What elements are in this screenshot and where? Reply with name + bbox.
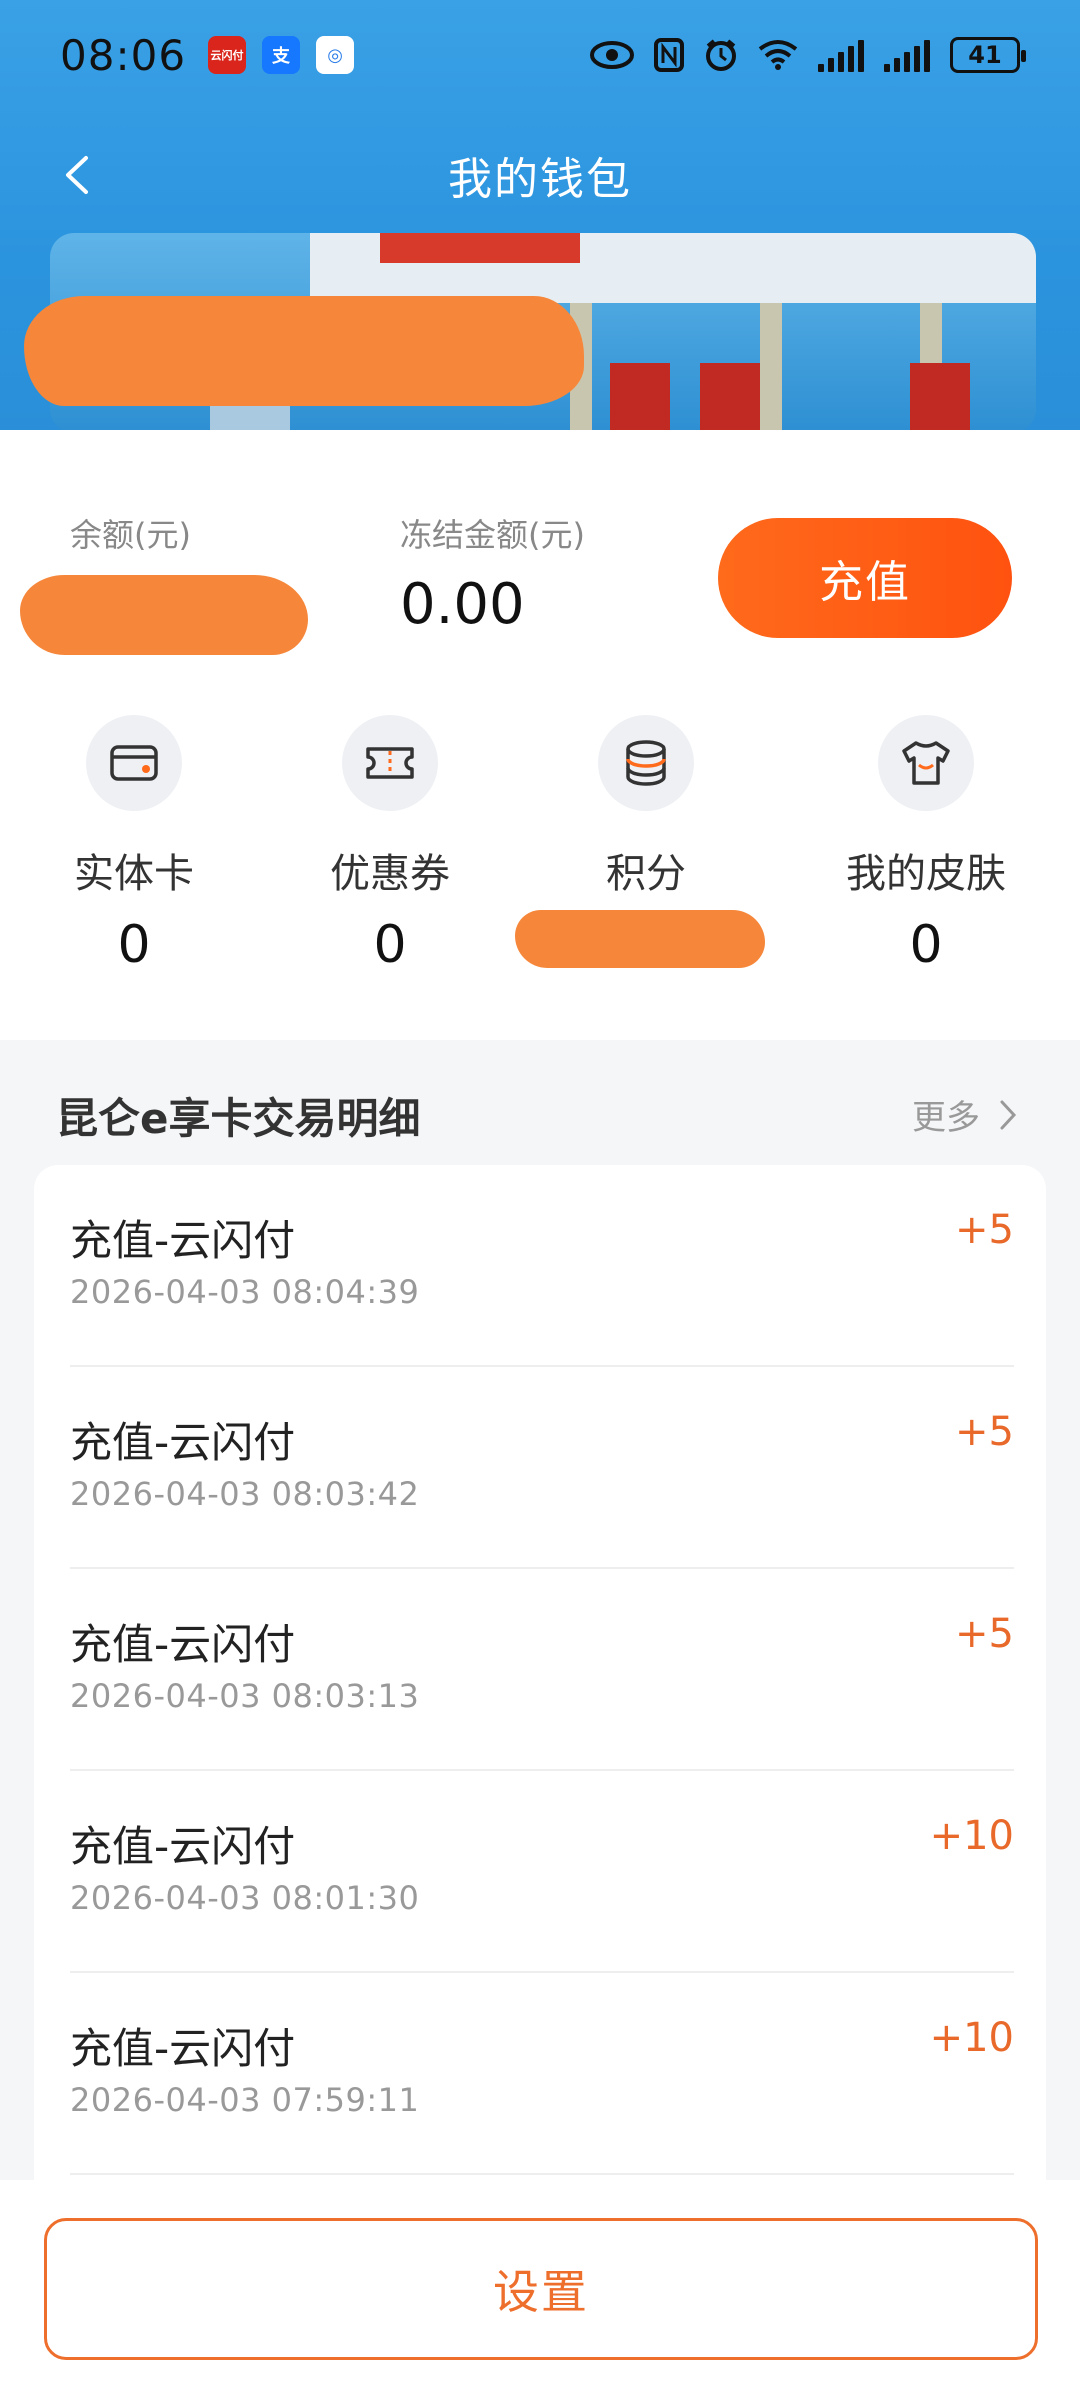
banner-decoration xyxy=(910,363,970,430)
status-indicators: 41 xyxy=(590,37,1026,73)
transaction-time: 2026-04-03 08:01:30 xyxy=(70,1879,420,1917)
transaction-time: 2026-04-03 08:03:42 xyxy=(70,1475,420,1513)
settings-button[interactable]: 设置 xyxy=(44,2218,1038,2360)
status-app-icons: 云闪付 支 ◎ xyxy=(208,36,355,74)
balance-redaction-mark xyxy=(20,575,308,655)
feature-physical-card[interactable]: 实体卡 0 xyxy=(14,715,254,975)
transaction-time: 2026-04-03 08:04:39 xyxy=(70,1273,420,1311)
transaction-amount: +10 xyxy=(929,1813,1014,1859)
feature-value: 0 xyxy=(117,915,151,975)
transaction-title: 充值-云闪付 xyxy=(70,1822,296,1871)
alarm-icon xyxy=(706,39,736,71)
section-title: 昆仑e享卡交易明细 xyxy=(56,1094,421,1143)
transaction-amount: +5 xyxy=(955,1207,1014,1253)
bottom-bar: 设置 xyxy=(0,2180,1080,2387)
transaction-row[interactable]: 充值-云闪付 2026-04-03 08:01:30 +10 xyxy=(70,1771,1014,1973)
card-icon xyxy=(86,715,182,811)
coupon-icon xyxy=(342,715,438,811)
frozen-value: 0.00 xyxy=(400,572,525,637)
transaction-title: 充值-云闪付 xyxy=(70,1620,296,1669)
transaction-amount: +5 xyxy=(955,1409,1014,1455)
transaction-amount: +10 xyxy=(929,2015,1014,2061)
more-label: 更多 xyxy=(912,1098,980,1138)
banner-decoration xyxy=(380,233,580,263)
nav-bar: 我的钱包 xyxy=(0,120,1080,230)
feature-label: 实体卡 xyxy=(74,851,194,897)
chevron-right-icon xyxy=(1000,1100,1017,1129)
shirt-icon xyxy=(878,715,974,811)
page-title: 我的钱包 xyxy=(448,154,632,205)
nfc-icon xyxy=(654,38,684,72)
eye-icon xyxy=(590,41,634,69)
wifi-icon xyxy=(758,40,798,70)
transaction-title: 充值-云闪付 xyxy=(70,2024,296,2073)
more-button[interactable]: 更多 xyxy=(912,1090,1018,1139)
transaction-row[interactable]: 充值-云闪付 2026-04-03 07:59:11 +10 xyxy=(70,1973,1014,2175)
battery-icon: 41 xyxy=(950,37,1026,73)
banner-decoration xyxy=(760,303,782,430)
feature-coupons[interactable]: 优惠券 0 xyxy=(270,715,510,975)
transaction-time: 2026-04-03 08:03:13 xyxy=(70,1677,420,1715)
feature-label: 积分 xyxy=(606,851,686,897)
feature-label: 我的皮肤 xyxy=(846,851,1006,897)
coins-icon xyxy=(598,715,694,811)
feature-value: 0 xyxy=(909,915,943,975)
points-redaction-mark xyxy=(515,910,765,968)
transaction-row[interactable]: 充值-云闪付 2026-04-03 08:03:13 +5 xyxy=(70,1569,1014,1771)
balance-label: 余额(元) xyxy=(70,516,191,554)
feature-label: 优惠券 xyxy=(330,851,450,897)
transaction-row[interactable]: 充值-云闪付 2026-04-03 08:04:39 +5 xyxy=(70,1165,1014,1367)
transaction-amount: +5 xyxy=(955,1611,1014,1657)
status-bar: 08:06 云闪付 支 ◎ 41 xyxy=(0,0,1080,110)
other-app-icon: ◎ xyxy=(316,36,355,74)
feature-points[interactable]: 积分 xyxy=(526,715,766,915)
signal-2-icon xyxy=(884,38,930,72)
transaction-row[interactable]: 充值-云闪付 2026-04-03 08:03:42 +5 xyxy=(70,1367,1014,1569)
transaction-title: 充值-云闪付 xyxy=(70,1418,296,1467)
redaction-mark xyxy=(24,296,584,406)
header-area: 08:06 云闪付 支 ◎ 41 我的钱包 xyxy=(0,0,1080,430)
frozen-label: 冻结金额(元) xyxy=(400,516,585,554)
transactions-header: 昆仑e享卡交易明细 更多 xyxy=(0,1070,1080,1160)
back-arrow-icon[interactable] xyxy=(56,150,106,200)
transaction-time: 2026-04-03 07:59:11 xyxy=(70,2081,420,2119)
unionpay-app-icon: 云闪付 xyxy=(208,36,247,74)
feature-value: 0 xyxy=(373,915,407,975)
banner-decoration xyxy=(700,363,760,430)
alipay-app-icon: 支 xyxy=(262,36,301,74)
recharge-button[interactable]: 充值 xyxy=(718,518,1012,638)
status-time: 08:06 xyxy=(60,30,187,80)
signal-1-icon xyxy=(818,38,864,72)
banner-decoration xyxy=(610,363,670,430)
transaction-title: 充值-云闪付 xyxy=(70,1216,296,1265)
feature-skins[interactable]: 我的皮肤 0 xyxy=(806,715,1046,975)
wallet-summary: 余额(元) 冻结金额(元) 0.00 充值 实体卡 0 优惠券 0 积分 我的皮… xyxy=(0,430,1080,1040)
